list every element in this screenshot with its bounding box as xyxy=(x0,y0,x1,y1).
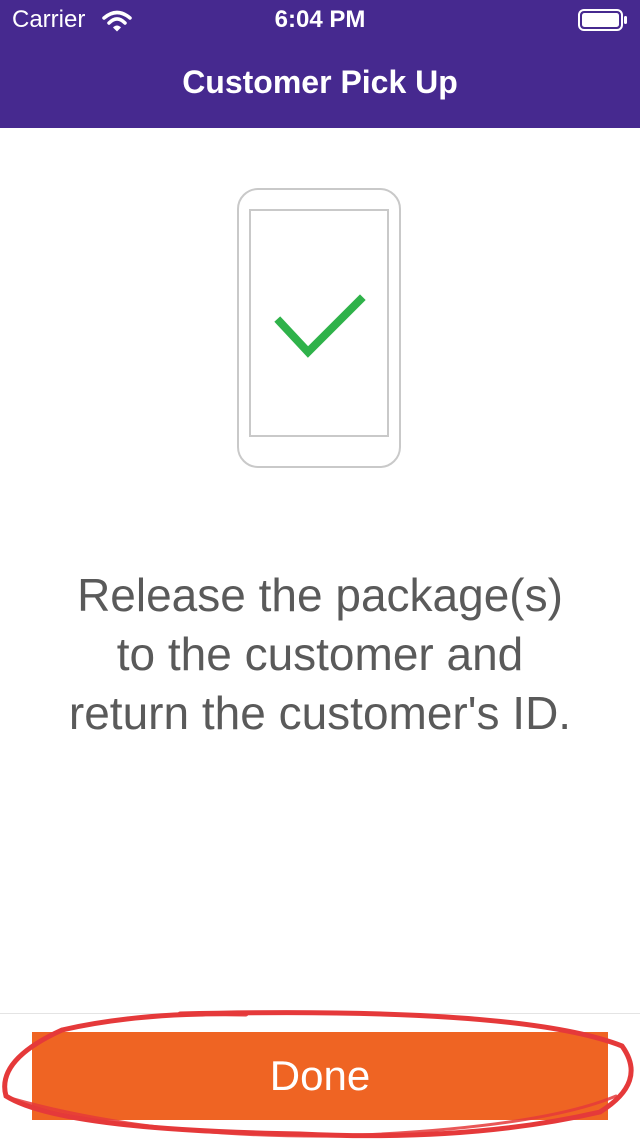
instruction-message: Release the package(s) to the customer a… xyxy=(0,566,640,743)
nav-header: Carrier 6:04 PM Customer Pick Up xyxy=(0,0,640,128)
message-line: return the customer's ID. xyxy=(68,687,572,739)
phone-icon xyxy=(237,188,401,468)
message-line: to the customer and xyxy=(116,628,524,680)
message-line: Release the package(s) xyxy=(77,569,563,621)
battery-icon xyxy=(578,9,627,31)
status-time: 6:04 PM xyxy=(274,6,366,33)
status-bar: Carrier 6:04 PM xyxy=(0,0,640,42)
page-title: Customer Pick Up xyxy=(182,64,458,100)
checkmark-icon xyxy=(274,294,366,358)
phone-check-illustration xyxy=(237,188,401,468)
done-button[interactable]: Done xyxy=(32,1032,608,1120)
footer-divider xyxy=(0,1013,640,1014)
